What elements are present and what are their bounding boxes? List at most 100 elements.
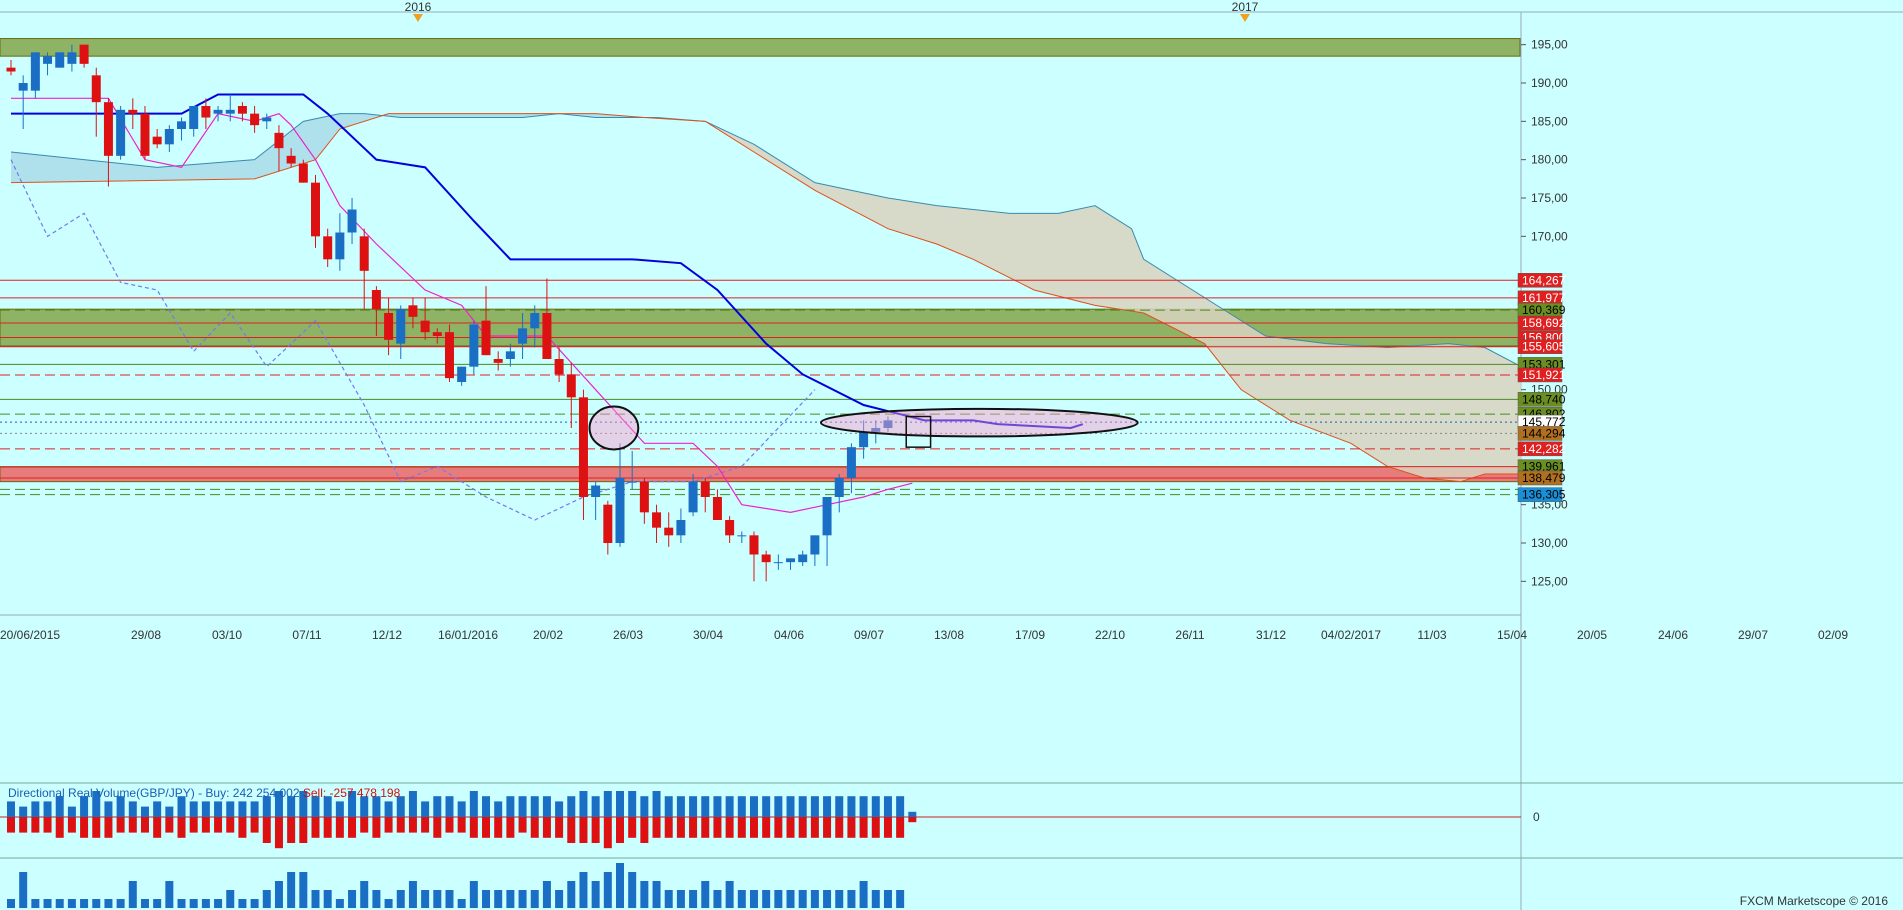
volume-sell-bar <box>725 817 734 838</box>
volume-buy-bar <box>713 796 722 817</box>
volume-sell-bar <box>433 817 442 838</box>
volume-buy-bar <box>518 796 527 817</box>
lower-volume-bar <box>287 872 296 908</box>
volume-sell-bar <box>372 817 381 838</box>
lower-volume-bar <box>421 890 430 908</box>
lower-volume-bar <box>628 872 637 908</box>
volume-buy-bar <box>871 796 880 817</box>
lower-volume-bar <box>542 881 551 908</box>
volume-sell-bar <box>713 817 722 838</box>
price-tag: 144,294 <box>1517 426 1566 441</box>
candle-body <box>250 113 260 126</box>
lower-volume-bar <box>201 899 210 908</box>
lower-volume-bar <box>494 890 503 908</box>
candle-body <box>505 351 515 359</box>
candle-body <box>140 113 150 156</box>
candlestick-chart[interactable]: 195,00190,00185,00180,00175,00170,00150,… <box>0 0 1903 910</box>
candle-body <box>749 535 759 555</box>
candle-body <box>725 520 735 536</box>
volume-sell-bar <box>689 817 698 838</box>
candle-body <box>323 236 333 260</box>
volume-sell-bar <box>19 817 28 833</box>
volume-sell-bar <box>494 817 503 838</box>
candle-body <box>786 558 796 563</box>
x-axis-label: 26/03 <box>613 628 643 642</box>
volume-sell-bar <box>640 817 649 843</box>
price-tag: 158,692 <box>1517 315 1566 331</box>
lower-volume-bar <box>749 890 758 908</box>
volume-sell-bar <box>567 817 576 843</box>
candle-body <box>591 485 601 497</box>
volume-sell-bar <box>214 817 223 833</box>
volume-buy-bar <box>104 801 113 817</box>
x-axis-label: 17/09 <box>1015 628 1045 642</box>
y-axis-tick-label: 180,00 <box>1531 153 1568 167</box>
volume-buy-bar <box>469 791 478 817</box>
lower-volume-bar <box>262 890 271 908</box>
volume-sell-bar <box>847 817 856 838</box>
candle-body <box>846 447 856 478</box>
candle-body <box>518 328 528 344</box>
volume-sell-bar <box>177 817 186 838</box>
candle-body <box>737 535 747 537</box>
candle-body <box>676 520 686 536</box>
volume-sell-bar <box>80 817 89 838</box>
y-axis-tick-label: 175,00 <box>1531 191 1568 205</box>
volume-sell-bar <box>396 817 405 833</box>
volume-sell-bar <box>774 817 783 838</box>
lower-volume-bar <box>433 890 442 908</box>
volume-buy-bar <box>823 796 832 817</box>
lower-volume-bar <box>676 890 685 908</box>
lower-volume-bar <box>250 899 259 908</box>
lower-volume-bar <box>55 899 64 908</box>
volume-sell-bar <box>116 817 125 833</box>
volume-sell-bar <box>274 817 283 849</box>
price-tag-text: 136,305 <box>1522 488 1566 502</box>
volume-sell-bar <box>555 817 564 838</box>
price-tag: 155,605 <box>1517 339 1566 354</box>
volume-buy-bar <box>530 796 539 817</box>
lower-volume-bar <box>883 890 892 908</box>
price-tag: 138,479 <box>1517 470 1566 486</box>
year-marker-label: 2017 <box>1232 0 1259 14</box>
volume-sell-bar <box>153 817 162 838</box>
volume-buy-bar <box>165 806 174 817</box>
candle-body <box>700 481 710 497</box>
volume-buy-bar <box>896 796 905 817</box>
volume-buy-bar <box>603 791 612 817</box>
price-tag: 148,740 <box>1517 392 1566 407</box>
price-tag: 164,267 <box>1517 273 1566 288</box>
y-axis-tick-label: 190,00 <box>1531 76 1568 90</box>
volume-sell-bar <box>360 817 369 833</box>
lower-volume-bar <box>616 863 624 908</box>
volume-buy-value: 242 254 002 <box>232 786 300 800</box>
volume-buy-bar <box>128 801 137 817</box>
candle-body <box>822 497 832 536</box>
volume-sell-bar <box>299 817 308 843</box>
candle-body <box>420 320 430 333</box>
volume-sell-bar <box>835 817 844 838</box>
volume-sell-bar <box>896 817 905 838</box>
lower-volume-bar <box>238 899 247 908</box>
lower-volume-bar <box>311 890 320 908</box>
candle-body <box>530 313 540 329</box>
volume-indicator-label: Directional Real Volume(GBP/JPY) - Buy: … <box>8 786 400 800</box>
volume-buy-bar <box>408 791 417 817</box>
x-axis-label: 24/06 <box>1658 628 1688 642</box>
candle-body <box>298 163 308 183</box>
price-tag: 136,305 <box>1517 487 1566 502</box>
x-axis-label: 15/04 <box>1497 628 1527 642</box>
candle-body <box>177 121 187 129</box>
x-axis-label: 03/10 <box>212 628 242 642</box>
volume-sell-bar <box>603 817 612 849</box>
volume-buy-bar <box>567 796 576 817</box>
lower-volume-bar <box>348 890 357 908</box>
volume-sell-bar <box>457 817 466 833</box>
volume-buy-bar <box>506 796 515 817</box>
lower-volume-bar <box>43 899 52 908</box>
volume-sell-bar <box>104 817 113 838</box>
volume-sell-bar <box>518 817 527 833</box>
candle-body <box>384 313 394 340</box>
volume-buy-bar <box>421 801 430 817</box>
footer-copyright: FXCM Marketscope © 2016 <box>1739 894 1888 908</box>
